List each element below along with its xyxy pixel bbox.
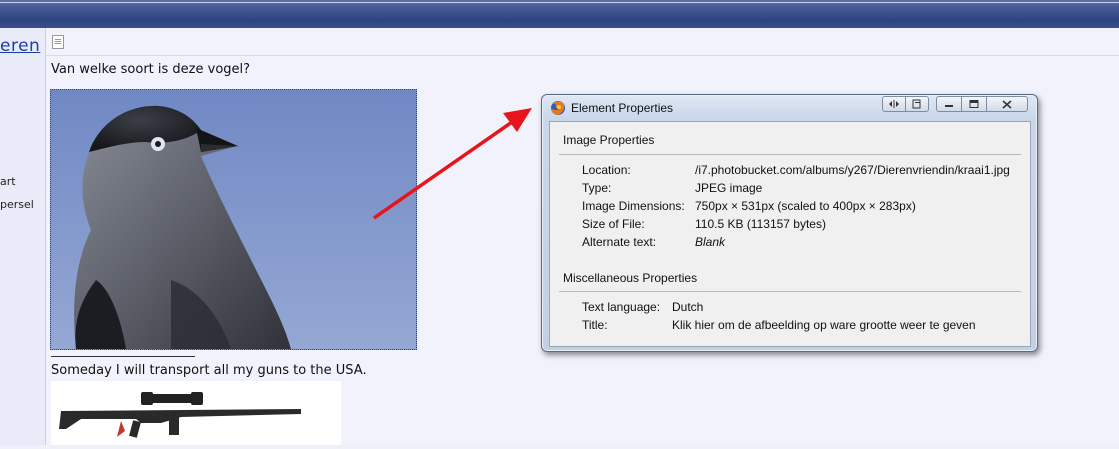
section-divider [559,291,1021,292]
property-label: Title: [582,318,608,332]
property-label: Type: [582,181,612,195]
property-label: Size of File: [582,217,645,231]
image-properties-heading: Image Properties [563,133,655,147]
alt-text-value: Blank [695,235,726,249]
post-divider [46,55,1119,56]
copy-icon [912,99,922,109]
language-value: Dutch [672,300,704,314]
property-label: Image Dimensions: [582,199,685,213]
jackdaw-image[interactable] [50,89,417,350]
rifle-image [51,381,341,445]
close-button[interactable] [986,96,1028,112]
dialog-title: Element Properties [571,101,674,115]
signature-divider [51,356,195,357]
title-value: Klik hier om de afbeelding op ware groot… [672,318,976,332]
location-value[interactable]: /i7.photobucket.com/albums/y267/Dierenvr… [695,163,1010,177]
minimize-icon [944,100,954,108]
file-size-value: 110.5 KB (113157 bytes) [695,217,826,231]
sidebar-text: persel [0,198,34,211]
close-icon [1002,99,1012,109]
firefox-icon [550,100,566,116]
copy-button[interactable] [905,96,929,112]
property-label: Alternate text: [582,235,657,249]
maximize-icon [969,100,979,108]
maximize-button[interactable] [961,96,987,112]
post-document-icon [52,35,64,49]
signature-text: Someday I will transport all my guns to … [51,363,367,378]
minimize-button[interactable] [936,96,962,112]
type-value: JPEG image [695,181,763,195]
element-properties-dialog: Element Properties Image Properties Loca… [541,94,1038,352]
split-arrows-icon [888,100,900,108]
forum-header-bar [0,0,1119,28]
property-label: Location: [582,163,631,177]
dialog-content-panel: Image Properties Location: /i7.photobuck… [549,121,1031,347]
sidebar-text: art [0,175,16,188]
split-view-button[interactable] [882,96,906,112]
property-label: Text language: [582,300,661,314]
section-divider [559,154,1021,155]
post-question: Van welke soort is deze vogel? [51,62,251,77]
sidebar-username-link[interactable]: eren [0,36,40,56]
dialog-title-buttons [882,96,1028,112]
dimensions-value: 750px × 531px (scaled to 400px × 283px) [695,199,916,213]
left-sidebar [0,28,46,445]
misc-properties-heading: Miscellaneous Properties [563,271,698,285]
